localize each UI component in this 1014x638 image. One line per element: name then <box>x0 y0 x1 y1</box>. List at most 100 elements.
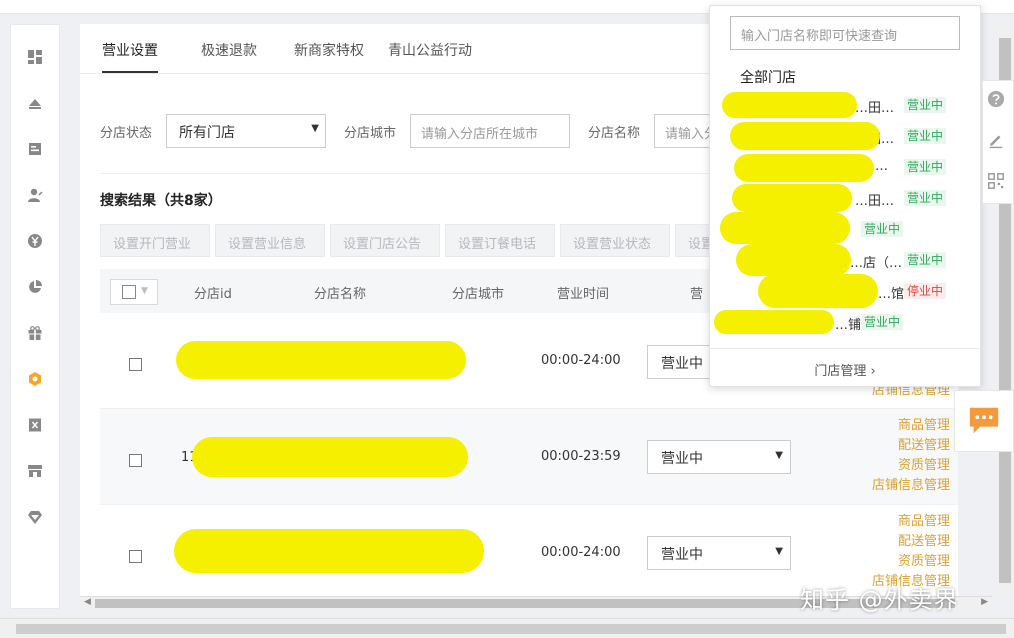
redaction-mark <box>720 212 850 244</box>
qrcode-icon[interactable] <box>985 170 1007 192</box>
chat-icon <box>969 407 999 434</box>
row-operations: 商品管理 配送管理 资质管理 店铺信息管理 <box>872 416 950 496</box>
store-option-name: …田… <box>855 101 895 116</box>
scroll-right-icon[interactable]: ▶ <box>981 597 988 607</box>
dashboard-icon[interactable] <box>27 49 43 65</box>
redaction-mark <box>176 341 466 379</box>
redaction-mark <box>174 529 484 573</box>
pie-chart-icon[interactable] <box>27 279 43 295</box>
checkbox-box <box>122 285 136 299</box>
store-option-name: …田… <box>855 194 895 209</box>
store-switcher-dropdown: 输入门店名称即可快速查询 全部门店 …田… 营业中 …圃… 营业中 … 营业中 … <box>709 5 981 387</box>
select-all-checkbox[interactable]: ▼ <box>110 279 158 305</box>
caret-down-icon: ▼ <box>775 546 783 557</box>
tab-business-settings[interactable]: 营业设置 <box>102 40 158 60</box>
status-badge: 营业中 <box>904 128 947 144</box>
tab-new-merchant-privilege[interactable]: 新商家特权 <box>294 40 364 60</box>
chat-support-button[interactable] <box>954 390 1014 452</box>
report-icon[interactable] <box>27 141 43 157</box>
city-filter-placeholder: 请输入分店所在城市 <box>421 127 539 142</box>
row-business-hours: 00:00-24:00 <box>541 353 621 368</box>
status-badge: 营业中 <box>861 314 904 330</box>
row-checkbox[interactable] <box>129 550 142 563</box>
row-status-value: 营业中 <box>661 356 703 372</box>
caret-down-icon: ▼ <box>311 123 319 134</box>
store-info-link[interactable]: 店铺信息管理 <box>872 476 950 496</box>
col-store-id: 分店id <box>194 287 232 302</box>
scroll-thumb[interactable] <box>16 624 1006 634</box>
status-badge: 营业中 <box>904 97 947 113</box>
order-icon[interactable] <box>27 95 43 111</box>
status-badge: 营业中 <box>904 252 947 268</box>
status-filter-select[interactable]: 所有门店 ▼ <box>166 114 326 148</box>
qualification-management-link[interactable]: 资质管理 <box>872 456 950 476</box>
set-open-button[interactable]: 设置开门营业 <box>100 224 210 257</box>
col-business-hours: 营业时间 <box>557 287 610 302</box>
store-option-name: …铺 <box>835 318 862 333</box>
row-status-value: 营业中 <box>661 451 703 467</box>
col-status: 营 <box>690 287 704 302</box>
redaction-mark <box>758 274 878 308</box>
row-checkbox[interactable] <box>129 454 142 467</box>
diamond-icon[interactable] <box>27 509 43 525</box>
row-status-select[interactable]: 营业中 ▼ <box>647 536 791 570</box>
col-store-city: 分店城市 <box>452 287 505 302</box>
store-management-footer: 门店管理 › <box>710 348 980 387</box>
city-filter-input[interactable]: 请输入分店所在城市 <box>410 114 570 148</box>
set-business-info-button[interactable]: 设置营业信息 <box>215 224 325 257</box>
store-search-placeholder: 输入门店名称即可快速查询 <box>741 29 898 44</box>
caret-down-icon: ▼ <box>141 286 148 296</box>
search-results-title: 搜索结果（共8家） <box>100 193 222 209</box>
status-badge: 营业中 <box>904 190 947 206</box>
redaction-mark <box>730 122 880 150</box>
active-tab-indicator <box>102 71 158 73</box>
status-filter-value: 所有门店 <box>179 125 235 141</box>
row-business-hours: 00:00-24:00 <box>541 545 621 560</box>
product-management-link[interactable]: 商品管理 <box>872 416 950 436</box>
set-notice-button[interactable]: 设置门店公告 <box>330 224 440 257</box>
store-option-name: …馆 <box>878 287 905 302</box>
invoice-icon[interactable] <box>27 417 43 433</box>
user-icon[interactable] <box>27 187 43 203</box>
floating-toolbar <box>982 80 1014 204</box>
page-horizontal-scrollbar[interactable] <box>0 618 1014 638</box>
status-filter-label: 分店状态 <box>100 126 153 141</box>
store-search-input[interactable]: 输入门店名称即可快速查询 <box>730 16 960 50</box>
status-badge: 停业中 <box>904 283 947 299</box>
badge-icon[interactable] <box>27 371 43 387</box>
status-badge: 营业中 <box>904 159 947 175</box>
store-icon[interactable] <box>27 463 43 479</box>
help-icon[interactable] <box>985 88 1007 110</box>
redaction-mark <box>734 154 874 182</box>
set-phone-button[interactable]: 设置订餐电话 <box>445 224 555 257</box>
sidebar <box>10 24 60 609</box>
status-badge: 营业中 <box>861 221 904 237</box>
row-checkbox[interactable] <box>129 358 142 371</box>
store-option-name: …店（… <box>850 256 903 271</box>
scroll-left-icon[interactable]: ◀ <box>84 597 91 607</box>
delivery-management-link[interactable]: 配送管理 <box>872 532 950 552</box>
name-filter-label: 分店名称 <box>588 126 641 141</box>
row-business-hours: 00:00-23:59 <box>541 449 621 464</box>
watermark: 知乎 @外卖界 <box>800 586 959 614</box>
redaction-mark <box>192 437 468 477</box>
all-stores-option[interactable]: 全部门店 <box>740 67 796 87</box>
redaction-mark <box>736 244 851 276</box>
qualification-management-link[interactable]: 资质管理 <box>872 552 950 572</box>
store-option-name: … <box>875 159 888 174</box>
tab-charity-action[interactable]: 青山公益行动 <box>388 40 472 60</box>
gift-icon[interactable] <box>27 325 43 341</box>
yuan-icon[interactable] <box>27 233 43 249</box>
caret-down-icon: ▼ <box>775 450 783 461</box>
product-management-link[interactable]: 商品管理 <box>872 512 950 532</box>
redaction-mark <box>732 184 852 212</box>
delivery-management-link[interactable]: 配送管理 <box>872 436 950 456</box>
table-row: 11 00:00-23:59 营业中 ▼ 商品管理 配送管理 资质管理 店铺信息… <box>100 409 958 505</box>
set-status-button[interactable]: 设置营业状态 <box>560 224 670 257</box>
edit-icon[interactable] <box>985 129 1007 151</box>
row-status-value: 营业中 <box>661 547 703 563</box>
row-status-select[interactable]: 营业中 ▼ <box>647 440 791 474</box>
tab-fast-refund[interactable]: 极速退款 <box>201 40 257 60</box>
store-management-link[interactable]: 门店管理 › <box>814 360 875 379</box>
redaction-mark <box>722 92 857 118</box>
